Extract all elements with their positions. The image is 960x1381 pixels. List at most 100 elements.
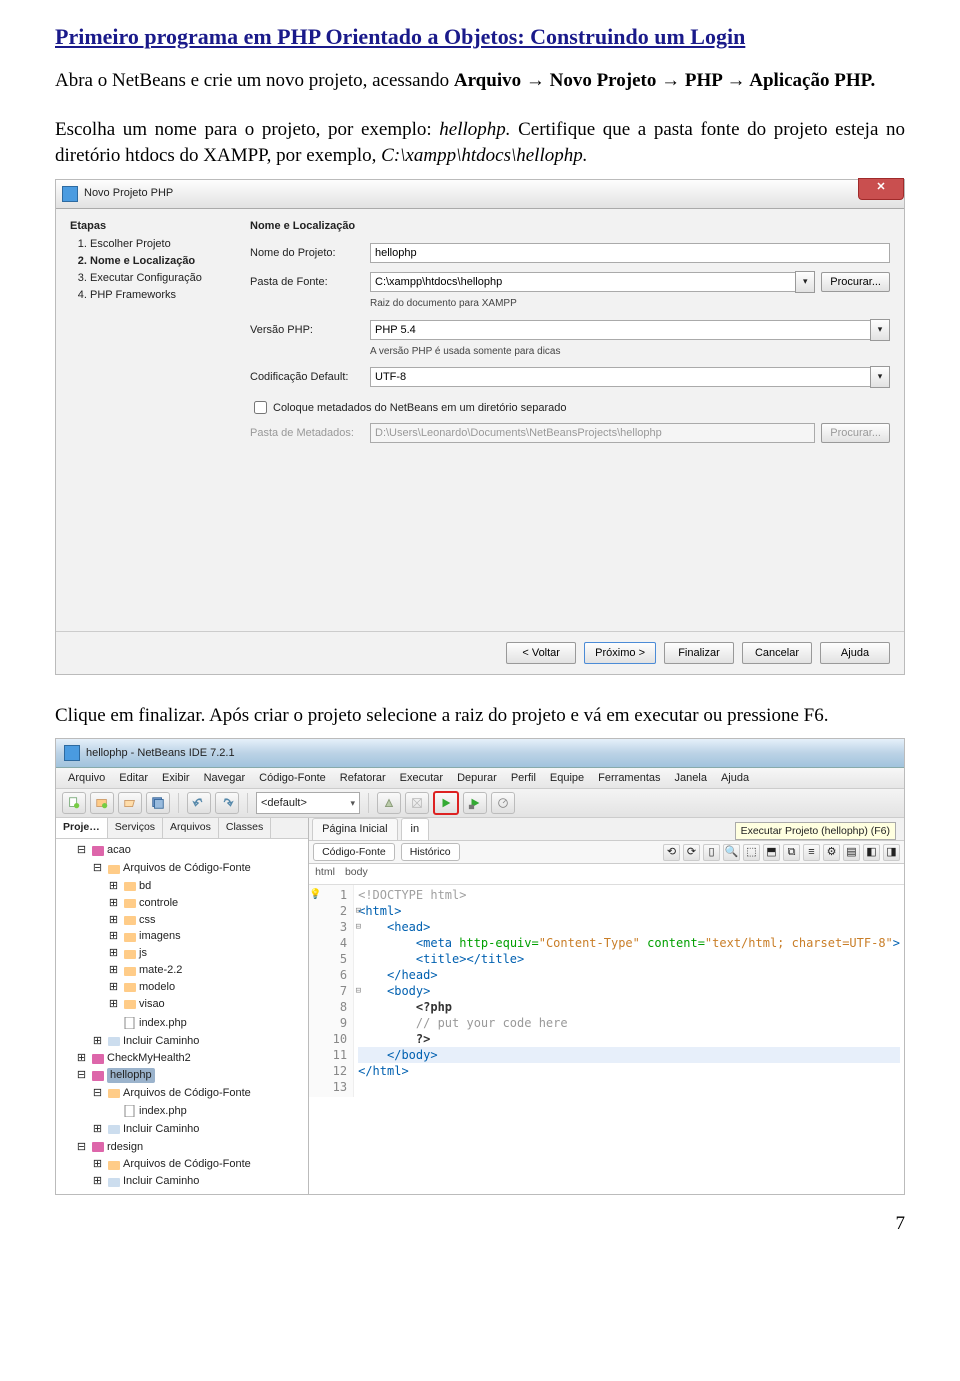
encoding-select[interactable]	[370, 367, 871, 387]
php-version-select[interactable]	[370, 320, 871, 340]
metadata-folder-input	[370, 423, 815, 443]
source-folder-dropdown-icon[interactable]: ▾	[795, 271, 815, 293]
panel-tab-1[interactable]: Serviços	[108, 818, 163, 838]
help-button[interactable]: Ajuda	[820, 642, 890, 664]
encoding-dropdown-icon[interactable]: ▾	[870, 366, 890, 388]
mid-paragraph: Clique em finalizar. Após criar o projet…	[55, 703, 905, 729]
project-name-input[interactable]	[370, 243, 890, 263]
menu-refatorar[interactable]: Refatorar	[334, 770, 392, 787]
code-editor[interactable]: 12345678910111213 <!DOCTYPE html><html> …	[309, 885, 904, 1097]
open-icon[interactable]	[118, 792, 142, 814]
tree-item-bd[interactable]: bd	[139, 879, 151, 894]
tree-rdesign-include[interactable]: Incluir Caminho	[123, 1174, 199, 1189]
source-folder-input[interactable]	[370, 272, 796, 292]
tree-item-visao[interactable]: visao	[139, 997, 165, 1012]
cancel-button[interactable]: Cancelar	[742, 642, 812, 664]
run-project-icon[interactable]	[433, 791, 459, 815]
editor-toolbar-icon[interactable]: ⟳	[683, 844, 700, 861]
tree-rdesign-codefiles[interactable]: Arquivos de Código-Fonte	[123, 1157, 251, 1172]
tree-rdesign[interactable]: rdesign	[107, 1140, 143, 1155]
editor-tabs: Página Inicial in Executar Projeto (hell…	[309, 818, 904, 841]
build-icon[interactable]	[377, 792, 401, 814]
menu-executar[interactable]: Executar	[394, 770, 449, 787]
breadcrumb-body[interactable]: body	[345, 865, 368, 883]
editor-toolbar-icon[interactable]: ▯	[703, 844, 720, 861]
tree-item-js[interactable]: js	[139, 946, 147, 961]
editor-toolbar-icon[interactable]: ◧	[863, 844, 880, 861]
project-tree[interactable]: ⊟acao ⊟Arquivos de Código-Fonte ⊞bd⊞cont…	[56, 839, 308, 1194]
debug-icon[interactable]	[463, 792, 487, 814]
editor-toolbar-icon[interactable]: 🔍	[723, 844, 740, 861]
menu-exibir[interactable]: Exibir	[156, 770, 196, 787]
tree-item-controle[interactable]: controle	[139, 896, 178, 911]
editor-toolbar-icon[interactable]: ⟲	[663, 844, 680, 861]
editor-toolbar-icon[interactable]: ⬚	[743, 844, 760, 861]
menu-equipe[interactable]: Equipe	[544, 770, 590, 787]
tree-item-imagens[interactable]: imagens	[139, 929, 181, 944]
undo-icon[interactable]	[187, 792, 211, 814]
tree-item-modelo[interactable]: modelo	[139, 980, 175, 995]
config-dropdown[interactable]: <default>	[256, 792, 360, 814]
project-panel: Proje…ServiçosArquivosClasses ⊟acao ⊟Arq…	[56, 818, 309, 1194]
tab-in[interactable]: in	[401, 818, 430, 840]
close-icon[interactable]: ✕	[858, 178, 904, 200]
back-button[interactable]: < Voltar	[506, 642, 576, 664]
tree-item-mate-2.2[interactable]: mate-2.2	[139, 963, 182, 978]
menu-perfil[interactable]: Perfil	[505, 770, 542, 787]
editor-toolbar-icon[interactable]: ⚙	[823, 844, 840, 861]
menu-editar[interactable]: Editar	[113, 770, 154, 787]
tree-acao[interactable]: acao	[107, 843, 131, 858]
steps-heading: Etapas	[70, 219, 250, 234]
next-button[interactable]: Próximo >	[584, 642, 656, 664]
menu-ajuda[interactable]: Ajuda	[715, 770, 755, 787]
clean-build-icon[interactable]	[405, 792, 429, 814]
menu-janela[interactable]: Janela	[669, 770, 713, 787]
menu-ferramentas[interactable]: Ferramentas	[592, 770, 666, 787]
subtab-source[interactable]: Código-Fonte	[313, 843, 395, 861]
metadata-separate-checkbox[interactable]	[254, 401, 267, 414]
tab-start-page[interactable]: Página Inicial	[312, 818, 397, 840]
editor-toolbar-icon[interactable]: ⬒	[763, 844, 780, 861]
section-heading: Primeiro programa em PHP Orientado a Obj…	[55, 22, 905, 52]
editor-toolbar-icon[interactable]: ◨	[883, 844, 900, 861]
menu-depurar[interactable]: Depurar	[451, 770, 503, 787]
tree-code-files[interactable]: Arquivos de Código-Fonte	[123, 861, 251, 876]
intro2-a: Escolha um nome para o projeto, por exem…	[55, 119, 439, 140]
finish-button[interactable]: Finalizar	[664, 642, 734, 664]
tree-item-css[interactable]: css	[139, 913, 156, 928]
php-project-icon	[91, 1069, 104, 1082]
menu-código-fonte[interactable]: Código-Fonte	[253, 770, 332, 787]
save-all-icon[interactable]	[146, 792, 170, 814]
tree-hellophp-codefiles[interactable]: Arquivos de Código-Fonte	[123, 1086, 251, 1101]
intro-paragraph-1: Abra o NetBeans e crie um novo projeto, …	[55, 68, 905, 94]
tree-include-path[interactable]: Incluir Caminho	[123, 1034, 199, 1049]
folder-icon	[107, 1123, 120, 1136]
metadata-browse-button: Procurar...	[821, 423, 890, 443]
breadcrumb-html[interactable]: html	[315, 865, 335, 883]
tree-checkmyhealth[interactable]: CheckMyHealth2	[107, 1051, 191, 1066]
menu-arquivo[interactable]: Arquivo	[62, 770, 111, 787]
editor-toolbar-icon[interactable]: ≡	[803, 844, 820, 861]
editor-breadcrumb: html body	[309, 864, 904, 885]
tree-index-file[interactable]: index.php	[139, 1016, 187, 1031]
new-file-icon[interactable]	[62, 792, 86, 814]
tree-hellophp-selected[interactable]: hellophp	[107, 1068, 155, 1083]
panel-tab-3[interactable]: Classes	[219, 818, 271, 838]
folder-icon	[107, 1087, 120, 1100]
run-tooltip: Executar Projeto (hellophp) (F6)	[735, 822, 896, 840]
new-project-dialog: Novo Projeto PHP ✕ Etapas Escolher Proje…	[55, 179, 905, 675]
redo-icon[interactable]	[215, 792, 239, 814]
browse-button[interactable]: Procurar...	[821, 272, 890, 292]
xampp-root-hint: Raiz do documento para XAMPP	[370, 297, 890, 311]
php-version-dropdown-icon[interactable]: ▾	[870, 319, 890, 341]
panel-tab-0[interactable]: Proje…	[56, 818, 108, 838]
new-project-icon[interactable]	[90, 792, 114, 814]
editor-toolbar-icon[interactable]: ▤	[843, 844, 860, 861]
subtab-history[interactable]: Histórico	[401, 843, 460, 861]
tree-hellophp-index[interactable]: index.php	[139, 1104, 187, 1119]
panel-tab-2[interactable]: Arquivos	[163, 818, 219, 838]
profile-icon[interactable]	[491, 792, 515, 814]
tree-hellophp-include[interactable]: Incluir Caminho	[123, 1122, 199, 1137]
editor-toolbar-icon[interactable]: ⧉	[783, 844, 800, 861]
menu-navegar[interactable]: Navegar	[198, 770, 252, 787]
